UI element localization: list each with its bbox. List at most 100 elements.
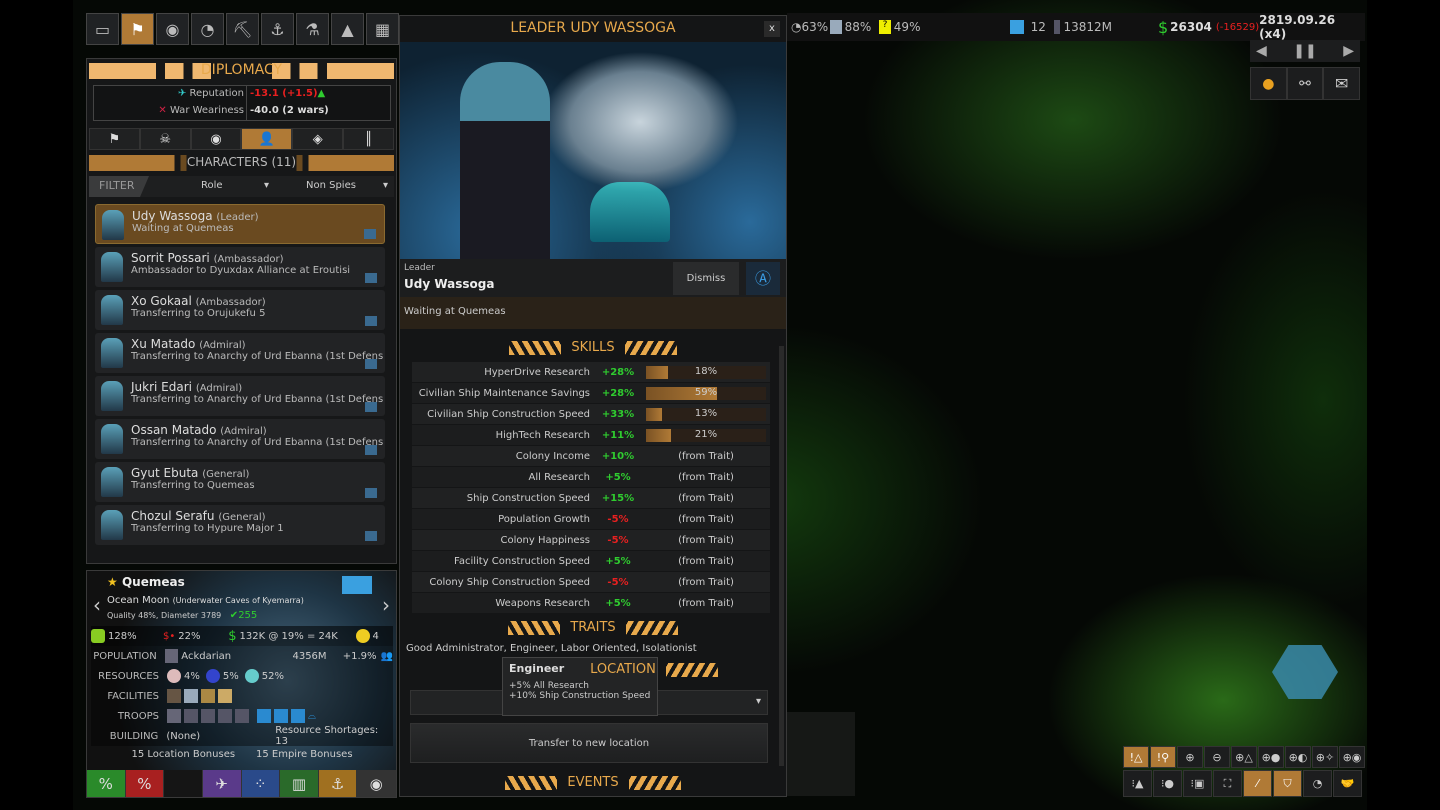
skill-level-label: 13% — [694, 407, 718, 419]
map-tool-button[interactable]: !⚲ — [1150, 746, 1176, 768]
skill-level-bar: 13% — [646, 407, 766, 421]
map-tool-button[interactable]: ⊕△ — [1231, 746, 1257, 768]
character-list-item[interactable]: Ossan Matado (Admiral) Transferring to An… — [95, 419, 385, 459]
location-bonuses[interactable]: 15 Location Bonuses — [131, 749, 235, 760]
character-list-item[interactable]: Xo Gokaal (Ambassador) Transferring to Or… — [95, 290, 385, 330]
fleet-button[interactable]: ▲ — [331, 13, 364, 45]
skill-value: +10% — [601, 450, 635, 462]
location-icon[interactable] — [365, 445, 377, 455]
location-icon[interactable] — [365, 488, 377, 498]
skill-source: (from Trait) — [678, 513, 734, 525]
resource-icon — [205, 669, 220, 683]
next-planet-button[interactable]: › — [382, 593, 390, 617]
buildings-icon: ▦ — [374, 19, 391, 39]
planet-flag-button[interactable]: ◉ — [156, 13, 189, 45]
transfer-button[interactable]: Transfer to new location — [410, 723, 768, 763]
leader-role: Leader — [404, 263, 435, 273]
character-list-item[interactable]: Chozul Serafu (General) Transferring to H… — [95, 505, 385, 545]
map-tool-button[interactable]: ⊖ — [1204, 746, 1230, 768]
character-list[interactable]: Udy Wassoga (Leader) Waiting at Quemeas So… — [87, 202, 396, 563]
diplomacy-title: DIPLOMACY — [200, 62, 283, 78]
tab-chart[interactable]: ║ — [343, 128, 394, 150]
location-icon[interactable] — [365, 359, 377, 369]
map-tool-button[interactable]: ⁝▲ — [1123, 770, 1152, 797]
facility-icon[interactable] — [201, 689, 215, 703]
map-tool-button[interactable]: 🤝 — [1333, 770, 1362, 797]
tab-flags[interactable]: ⚑ — [89, 128, 140, 150]
map-tool-button[interactable]: ⊕✧ — [1312, 746, 1338, 768]
skill-source: (from Trait) — [678, 450, 734, 462]
diplomacy-flags-button[interactable]: ⚑ — [121, 13, 154, 45]
map-tool-button[interactable]: ⛉ — [1273, 770, 1302, 797]
credits-value: 26304 — [1170, 20, 1212, 34]
character-portrait — [101, 252, 123, 282]
skill-row: All Research +5% (from Trait) — [412, 467, 770, 487]
map-tool-button[interactable]: ⁝● — [1153, 770, 1182, 797]
planet-tab-fighter[interactable]: ✈ — [202, 770, 242, 797]
map-tool-button[interactable]: ⊕● — [1258, 746, 1284, 768]
character-list-item[interactable]: Jukri Edari (Admiral) Transferring to Ana… — [95, 376, 385, 416]
character-list-item[interactable]: Gyut Ebuta (General) Transferring to Quem… — [95, 462, 385, 502]
dismiss-button[interactable]: Dismiss — [673, 262, 739, 295]
map-tool-button[interactable]: ⁄ — [1243, 770, 1272, 797]
planet-tab-planet-flag[interactable]: ◉ — [357, 770, 396, 797]
previous-planet-button[interactable]: ‹ — [93, 593, 101, 617]
location-icon[interactable] — [365, 273, 377, 283]
location-icon[interactable] — [364, 229, 376, 239]
pickaxe-button[interactable]: ⛏ — [226, 13, 259, 45]
character-portrait — [101, 467, 123, 497]
faster-button[interactable]: ▶ — [1343, 43, 1354, 59]
character-name: Gyut Ebuta (General) — [131, 466, 385, 480]
tab-person[interactable]: 👤 — [241, 128, 293, 150]
flask-icon: ⚗ — [305, 19, 320, 39]
empire-bonuses[interactable]: 15 Empire Bonuses — [256, 749, 353, 760]
planet-tab-money-bag[interactable]: % — [87, 770, 126, 797]
map-tool-button[interactable]: ⛶ — [1213, 770, 1242, 797]
planet-tab-money-bag-red[interactable]: % — [125, 770, 165, 797]
flask-button[interactable]: ⚗ — [296, 13, 329, 45]
scrollbar[interactable] — [779, 346, 784, 766]
facility-icon[interactable] — [167, 689, 181, 703]
radar-button[interactable]: ◔ — [191, 13, 224, 45]
map-tool-button[interactable]: ⁝▣ — [1183, 770, 1212, 797]
facility-icon[interactable] — [218, 689, 232, 703]
building-label: BUILDING — [109, 730, 159, 742]
skull-icon: ☠ — [159, 131, 172, 147]
filter-label: FILTER — [89, 176, 149, 197]
character-list-item[interactable]: Xu Matado (Admiral) Transferring to Anarc… — [95, 333, 385, 373]
planet-tab-dots[interactable]: ⁘ — [241, 770, 281, 797]
map-tool-button[interactable]: ⊕◐ — [1285, 746, 1311, 768]
location-icon[interactable] — [365, 531, 377, 541]
messages-button[interactable]: ✉ — [1323, 67, 1361, 100]
spies-dropdown[interactable]: Non Spies ▾ — [284, 180, 388, 191]
character-list-item[interactable]: Sorrit Possari (Ambassador) Ambassador to… — [95, 247, 385, 287]
planet-tab-crane-hook[interactable]: ⚓ — [318, 770, 358, 797]
planet-type: Ocean Moon — [107, 595, 170, 606]
map-tool-button[interactable]: ◔ — [1303, 770, 1332, 797]
map-tool-button[interactable]: ⊕◉ — [1339, 746, 1365, 768]
tab-spy[interactable]: ◈ — [292, 128, 344, 150]
facility-icon[interactable] — [184, 689, 198, 703]
character-list-item[interactable]: Udy Wassoga (Leader) Waiting at Quemeas — [95, 204, 385, 244]
planet-tab-building[interactable]: ▥ — [280, 770, 319, 797]
tab-skull[interactable]: ☠ — [139, 128, 191, 150]
buildings-button[interactable]: ▦ — [366, 13, 399, 45]
alerts-button[interactable]: ● — [1250, 67, 1287, 100]
slower-button[interactable]: ◀ — [1256, 43, 1267, 59]
map-tool-button[interactable]: ⊕ — [1177, 746, 1203, 768]
traits-list[interactable]: Good Administrator, Engineer, Labor Orie… — [406, 643, 697, 654]
empire-network-button[interactable]: ⚯ — [1286, 67, 1324, 100]
auto-assign-icon[interactable]: Ⓐ — [746, 262, 780, 295]
location-icon[interactable] — [365, 316, 377, 326]
location-icon[interactable] — [365, 402, 377, 412]
map-tool-button[interactable]: !△ — [1123, 746, 1149, 768]
close-button[interactable]: x — [764, 21, 780, 37]
planet-score: 255 — [238, 610, 258, 621]
planet-tab-blank-tab[interactable] — [164, 770, 203, 797]
capital-star-icon: ★ — [107, 575, 118, 589]
tab-planet-flag[interactable]: ◉ — [190, 128, 242, 150]
pause-button[interactable]: ❚❚ — [1293, 43, 1316, 59]
empire-flag-button[interactable]: ▭ — [86, 13, 119, 45]
role-dropdown[interactable]: Role ▾ — [169, 180, 269, 191]
crane-hook-button[interactable]: ⚓ — [261, 13, 294, 45]
